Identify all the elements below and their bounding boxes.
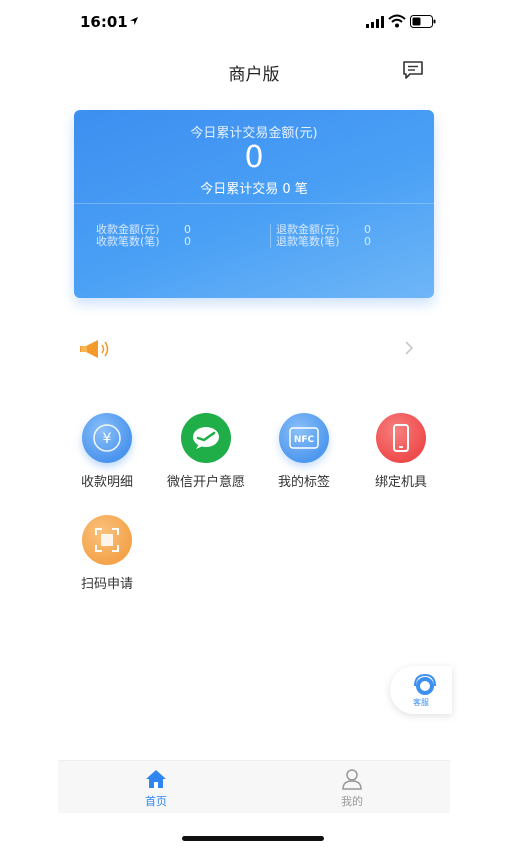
amount-label: 今日累计交易金额(元) bbox=[190, 126, 318, 141]
collect-count-label: 收款笔数(笔) bbox=[96, 235, 160, 248]
nav-bar: 商户版 bbox=[58, 52, 450, 88]
transaction-summary-card[interactable]: 今日累计交易金额(元) 0 今日累计交易 0 笔 收款金额(元) 0 收款笔数(… bbox=[74, 110, 434, 298]
grid-label: 扫码申请 bbox=[80, 577, 133, 592]
grid-item-wechat-account[interactable]: 微信开户意愿 bbox=[162, 413, 250, 490]
tab-home-label: 首页 bbox=[145, 795, 167, 808]
customer-service-button[interactable]: 客服 bbox=[390, 666, 452, 714]
grid-label: 绑定机具 bbox=[374, 475, 427, 490]
scan-icon bbox=[82, 515, 132, 565]
notice-bar[interactable] bbox=[58, 332, 450, 366]
grid-label: 微信开户意愿 bbox=[166, 475, 245, 490]
refund-count-label: 退款笔数(笔) bbox=[276, 235, 340, 248]
wechat-icon bbox=[181, 413, 231, 463]
tab-home[interactable]: 首页 bbox=[58, 761, 254, 813]
status-time: 16:01 bbox=[80, 13, 128, 31]
yen-icon: ¥ bbox=[82, 413, 132, 463]
card-divider bbox=[74, 203, 434, 204]
grid-item-bind-device[interactable]: 绑定机具 bbox=[357, 413, 445, 490]
location-arrow-icon bbox=[130, 17, 138, 25]
speaker-icon bbox=[80, 340, 109, 358]
page-title: 商户版 bbox=[228, 65, 280, 85]
headset-icon bbox=[414, 673, 436, 695]
refund-count-value: 0 bbox=[364, 235, 371, 248]
phone-icon bbox=[376, 413, 426, 463]
svg-text:¥: ¥ bbox=[103, 431, 112, 447]
chevron-right-icon[interactable] bbox=[404, 340, 414, 356]
wifi-icon bbox=[388, 14, 406, 28]
svg-text:NFC: NFC bbox=[294, 435, 315, 445]
home-icon bbox=[146, 770, 166, 788]
signal-icon bbox=[366, 16, 384, 28]
tab-mine[interactable]: 我的 bbox=[254, 761, 450, 813]
tab-bar: 首页 我的 bbox=[58, 760, 450, 813]
nfc-icon: NFC bbox=[279, 413, 329, 463]
grid-item-my-tags[interactable]: NFC 我的标签 bbox=[260, 413, 348, 490]
battery-icon bbox=[410, 15, 436, 28]
customer-service-label: 客服 bbox=[413, 698, 429, 707]
app-screen: 16:01 商户版 今日累计交易金额(元) 0 今日累计交易 0 笔 收款金额(… bbox=[58, 0, 452, 850]
grid-item-scan-apply[interactable]: 扫码申请 bbox=[63, 515, 151, 592]
collect-count-value: 0 bbox=[184, 235, 191, 248]
user-icon bbox=[342, 769, 362, 790]
tab-mine-label: 我的 bbox=[341, 795, 363, 808]
amount-value: 0 bbox=[244, 140, 264, 175]
grid-label: 我的标签 bbox=[277, 475, 330, 490]
home-indicator bbox=[182, 836, 324, 841]
stat-divider bbox=[270, 224, 271, 248]
count-text: 今日累计交易 0 笔 bbox=[200, 182, 308, 197]
status-bar: 16:01 bbox=[58, 0, 450, 44]
grid-item-payment-details[interactable]: ¥ 收款明细 bbox=[63, 413, 151, 490]
message-icon[interactable] bbox=[402, 60, 424, 80]
grid-label: 收款明细 bbox=[80, 475, 133, 490]
